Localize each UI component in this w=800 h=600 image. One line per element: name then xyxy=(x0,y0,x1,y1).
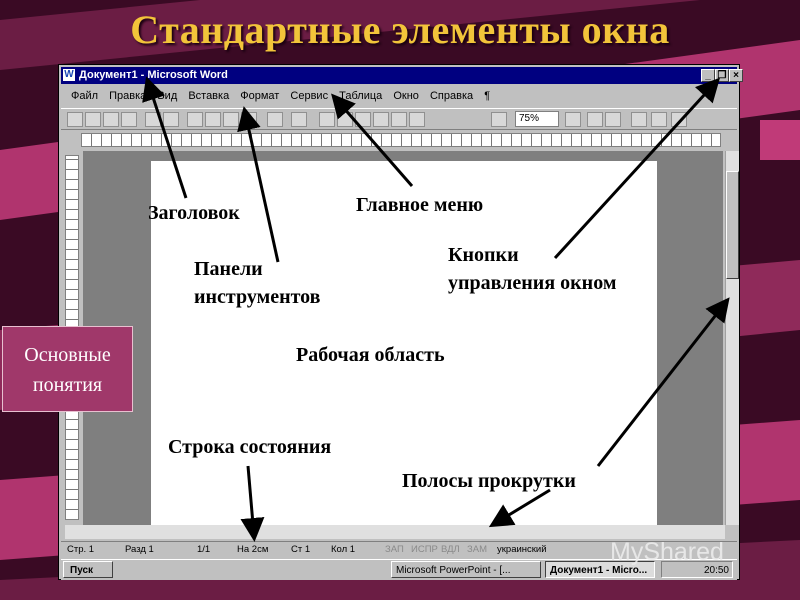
new-doc-icon[interactable] xyxy=(67,112,83,127)
menu-table[interactable]: Таблица xyxy=(339,90,382,102)
status-mode-rec[interactable]: ЗАП xyxy=(385,542,404,558)
open-icon[interactable] xyxy=(85,112,101,127)
watermark: MyShared xyxy=(610,538,724,566)
undo-icon[interactable] xyxy=(267,112,283,127)
concepts-button[interactable]: Основные понятия xyxy=(2,326,133,412)
print-icon[interactable] xyxy=(121,112,137,127)
title-bar[interactable]: W Документ1 - Microsoft Word _ ❐ × xyxy=(61,67,743,84)
status-page: Стр. 1 xyxy=(67,544,95,555)
status-mode-ext[interactable]: ВДЛ xyxy=(441,542,460,558)
menu-insert[interactable]: Вставка xyxy=(188,90,229,102)
label-main-menu: Главное меню xyxy=(356,194,484,216)
status-pages: 1/1 xyxy=(197,544,211,555)
save-icon[interactable] xyxy=(103,112,119,127)
drawing-icon[interactable] xyxy=(409,112,425,127)
hyperlink-icon[interactable] xyxy=(319,112,335,127)
close-icon[interactable]: × xyxy=(729,69,743,82)
window-title: Документ1 - Microsoft Word xyxy=(79,69,228,81)
restore-icon[interactable]: ❐ xyxy=(715,69,729,82)
align-icon[interactable] xyxy=(587,112,603,127)
label-scrollbars: Полосы прокрутки xyxy=(402,470,576,492)
status-line: Ст 1 xyxy=(291,544,311,555)
start-button[interactable]: Пуск xyxy=(63,561,113,578)
main-menu: Файл Правка Вид Вставка Формат Сервис Та… xyxy=(61,86,737,106)
minimize-icon[interactable]: _ xyxy=(701,69,715,82)
horizontal-ruler[interactable] xyxy=(81,133,721,147)
menu-window[interactable]: Окно xyxy=(393,90,419,102)
print-preview-icon[interactable] xyxy=(145,112,161,127)
spelling-icon[interactable] xyxy=(163,112,179,127)
format-painter-icon[interactable] xyxy=(241,112,257,127)
paste-icon[interactable] xyxy=(223,112,239,127)
word-app-icon[interactable]: W xyxy=(63,69,75,81)
horizontal-scrollbar[interactable] xyxy=(65,525,725,539)
status-at: На 2см xyxy=(237,544,269,555)
menu-view[interactable]: Вид xyxy=(157,90,177,102)
redo-icon[interactable] xyxy=(291,112,307,127)
menu-help[interactable]: Справка xyxy=(430,90,473,102)
subscript-icon[interactable] xyxy=(671,112,687,127)
label-window-buttons-2: управления окном xyxy=(448,272,617,294)
copy-icon[interactable] xyxy=(205,112,221,127)
document-map-icon[interactable] xyxy=(491,112,507,127)
label-title-bar: Заголовок xyxy=(148,202,240,224)
task-powerpoint[interactable]: Microsoft PowerPoint - [... xyxy=(391,561,541,578)
standard-toolbar: 75% xyxy=(61,108,737,130)
tables-borders-icon[interactable] xyxy=(337,112,353,127)
menu-edit[interactable]: Правка xyxy=(109,90,146,102)
label-toolbars-2: инструментов xyxy=(194,286,321,308)
menu-format[interactable]: Формат xyxy=(240,90,279,102)
menu-file[interactable]: Файл xyxy=(71,90,98,102)
help-icon[interactable] xyxy=(565,112,581,127)
word-window: W Документ1 - Microsoft Word _ ❐ × Файл … xyxy=(58,64,743,580)
insert-excel-icon[interactable] xyxy=(373,112,389,127)
insert-table-icon[interactable] xyxy=(355,112,371,127)
superscript-icon[interactable] xyxy=(651,112,667,127)
menu-tools[interactable]: Сервис xyxy=(290,90,328,102)
cut-icon[interactable] xyxy=(187,112,203,127)
show-marks-icon[interactable] xyxy=(605,112,621,127)
vertical-scroll-thumb[interactable] xyxy=(726,171,739,279)
label-toolbars-1: Панели xyxy=(194,258,263,280)
highlight-icon[interactable] xyxy=(631,112,647,127)
label-window-buttons-1: Кнопки xyxy=(448,244,519,266)
vertical-scrollbar[interactable] xyxy=(725,151,739,525)
paragraph-mark-icon[interactable]: ¶ xyxy=(484,90,490,102)
slide-title: Стандартные элементы окна xyxy=(130,7,670,52)
status-section: Разд 1 xyxy=(125,544,154,555)
status-mode-ovr[interactable]: ЗАМ xyxy=(467,542,487,558)
label-work-area: Рабочая область xyxy=(296,344,445,366)
status-mode-trk[interactable]: ИСПР xyxy=(411,542,438,558)
status-col: Кол 1 xyxy=(331,544,356,555)
label-status-bar: Строка состояния xyxy=(168,436,332,458)
columns-icon[interactable] xyxy=(391,112,407,127)
status-language: украинский xyxy=(497,544,547,555)
zoom-select[interactable]: 75% xyxy=(515,111,559,127)
